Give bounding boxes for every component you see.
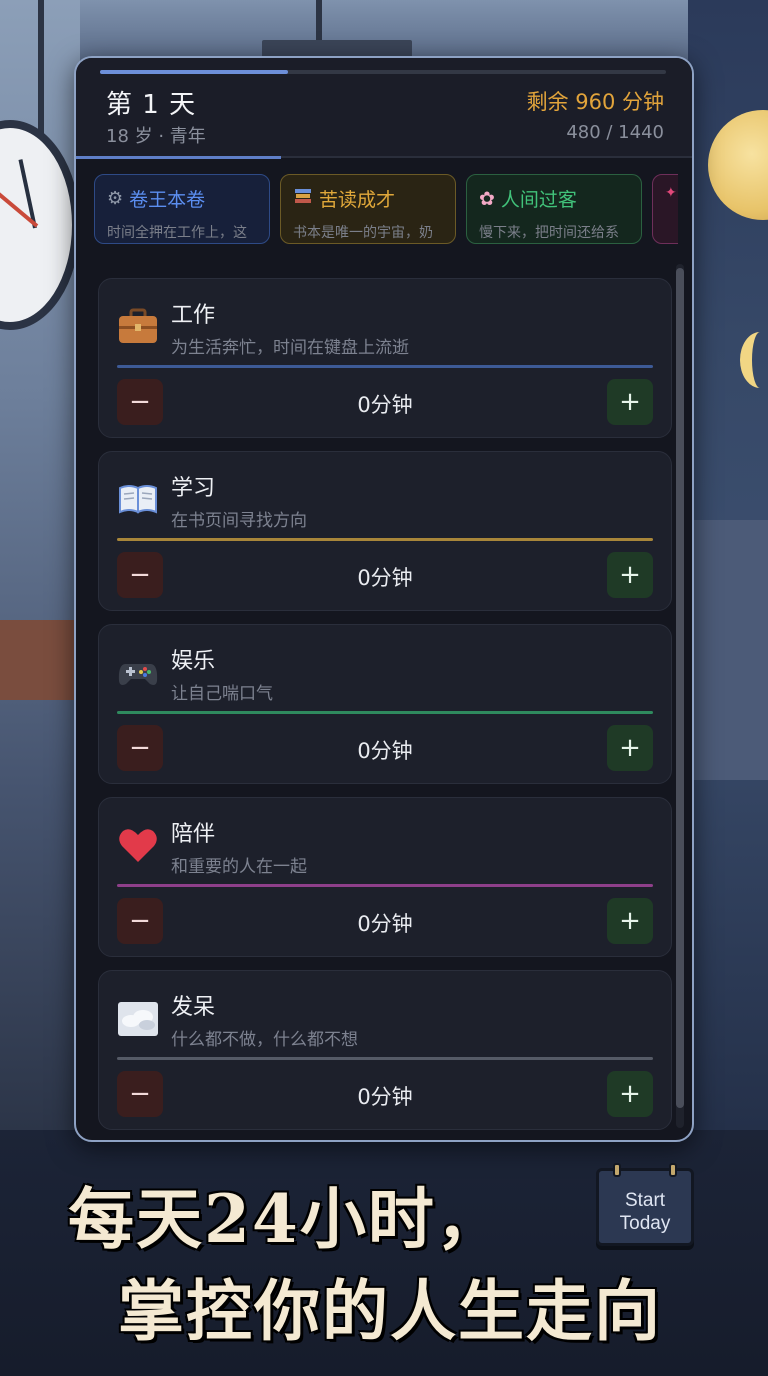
activity-minutes: 0分钟 [357,1085,413,1109]
activity-desc: 什么都不做，什么都不想 [171,1030,358,1050]
gear-icon: ⚙ [107,188,124,209]
flower-icon: ✿ [479,187,495,210]
briefcase-icon [117,305,159,347]
increase-button[interactable]: + [607,552,653,598]
lamp-pole [38,0,44,140]
day-progress-fill [100,70,289,74]
activity-desc: 为生活奔忙，时间在键盘上流逝 [171,338,409,358]
activity-desc: 让自己喘口气 [171,684,273,704]
time-ratio: 480 / 1440 [566,122,664,143]
activity-minutes: 0分钟 [357,912,413,936]
scrollbar-thumb[interactable] [676,268,684,1108]
age-stage: 18 岁 · 青年 [106,126,206,147]
header-progress-fill [76,156,282,159]
activity-card-study: 学习 在书页间寻找方向 − 0分钟 + [98,451,672,611]
today-label: Today [619,1213,671,1234]
preset-card-partial[interactable]: ✦ [652,174,678,244]
preset-title: 苦读成才 [319,189,396,211]
activity-desc: 在书页间寻找方向 [171,511,307,531]
increase-button[interactable]: + [607,379,653,425]
preset-desc: 时间全押在工作上，这 [107,225,247,241]
activity-bar [117,711,653,714]
preset-title: 人间过客 [500,189,577,211]
preset-card-kudu[interactable]: 苦读成才 书本是唯一的宇宙，奶 [280,174,456,244]
activity-minutes: 0分钟 [357,393,413,417]
increase-button[interactable]: + [607,1071,653,1117]
panel-header: 第 1 天 18 岁 · 青年 剩余 960 分钟 480 / 1440 [76,58,692,158]
start-today-button[interactable]: Start Today [596,1163,694,1246]
activity-card-companionship: 陪伴 和重要的人在一起 − 0分钟 + [98,797,672,957]
rose-icon: ✦ [665,185,677,201]
activity-list: 工作 为生活奔忙，时间在键盘上流逝 − 0分钟 + 学习 在书页间寻找方向 − … [76,264,692,1140]
activity-bar [117,1057,653,1060]
banner-headline: 每天24小时， [68,1180,504,1258]
activity-title: 工作 [171,303,216,328]
calendar-ring-icon [613,1163,621,1177]
activity-card-work: 工作 为生活奔忙，时间在键盘上流逝 − 0分钟 + [98,278,672,438]
heart-icon [117,824,159,866]
calendar-ring-icon [669,1163,677,1177]
activity-bar [117,365,653,368]
day-title: 第 1 天 [106,90,197,120]
preset-card-renjian[interactable]: ✿ 人间过客 慢下来，把时间还给系 [466,174,642,244]
books-icon [293,186,313,211]
increase-button[interactable]: + [607,725,653,771]
activity-title: 陪伴 [171,822,216,847]
banner-subheadline: 掌控你的人生走向 [118,1272,662,1350]
activity-card-daydream: 发呆 什么都不做，什么都不想 − 0分钟 + [98,970,672,1130]
activity-title: 娱乐 [171,649,216,674]
preset-desc: 慢下来，把时间还给系 [479,225,619,241]
increase-button[interactable]: + [607,898,653,944]
activity-bar [117,538,653,541]
remaining-minutes: 剩余 960 分钟 [526,90,664,114]
activity-title: 学习 [171,476,216,501]
day-progress-track [100,70,666,74]
preset-card-juanwang[interactable]: ⚙ 卷王本卷 时间全押在工作上，这 [94,174,270,244]
activity-bar [117,884,653,887]
activity-desc: 和重要的人在一起 [171,857,307,877]
start-label: Start [624,1190,666,1211]
activity-minutes: 0分钟 [357,566,413,590]
activity-minutes: 0分钟 [357,739,413,763]
gamepad-icon [117,651,159,693]
activity-title: 发呆 [171,995,216,1020]
bed [688,520,768,780]
preset-strategy-row: ⚙ 卷王本卷 时间全押在工作上，这 苦读成才 书本是唯一的宇宙，奶 ✿ 人间过客… [94,174,678,246]
activity-card-entertainment: 娱乐 让自己喘口气 − 0分钟 + [98,624,672,784]
preset-title: 卷王本卷 [129,189,206,211]
preset-desc: 书本是唯一的宇宙，奶 [293,225,433,241]
cloud-icon [117,997,159,1039]
book-icon [117,478,159,520]
day-planner-panel: 第 1 天 18 岁 · 青年 剩余 960 分钟 480 / 1440 ⚙ 卷… [74,56,694,1142]
